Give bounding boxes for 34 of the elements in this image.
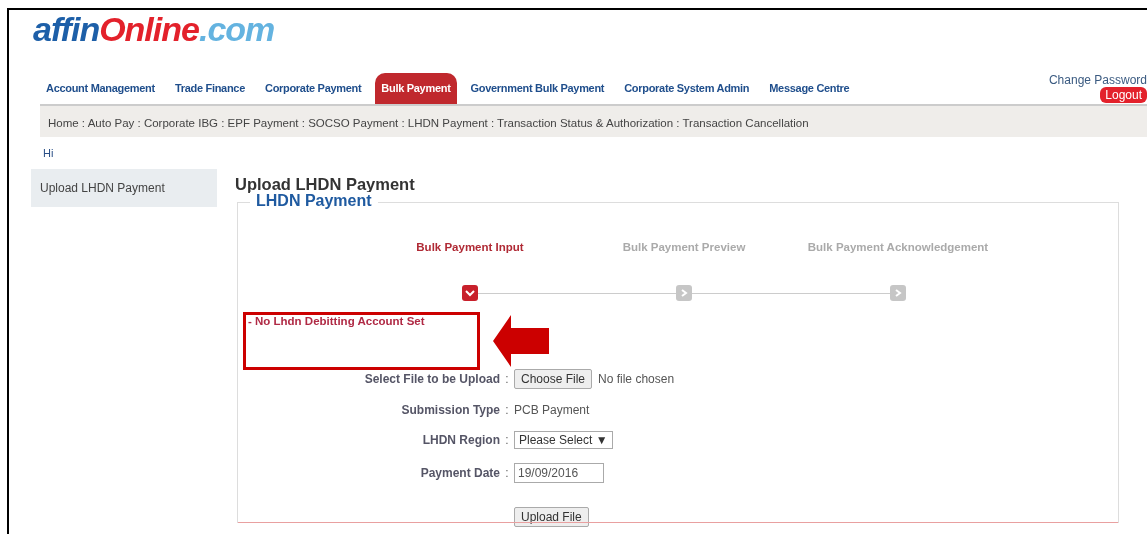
colon: :	[505, 403, 509, 417]
nav-tab[interactable]: Bulk Payment	[375, 73, 457, 104]
step-label: Bulk Payment Preview	[621, 241, 747, 253]
form-label: Payment Date	[419, 466, 500, 480]
nav-tab[interactable]: Corporate Payment	[259, 73, 368, 104]
page-title: Upload LHDN Payment	[235, 175, 416, 194]
step-label: Bulk Payment Acknowledgement	[806, 241, 990, 253]
logo: affinOnline.com	[32, 10, 276, 50]
logout-button[interactable]: Logout	[1100, 87, 1147, 103]
breadcrumb-bar: Home : Auto Pay : Corporate IBG : EPF Payment : SOCSO Payment : LHDN Payment : Transaction Status & Authorization : Transaction Cancellation	[40, 106, 1147, 137]
nav-tab[interactable]: Corporate System Admin	[618, 73, 756, 104]
choose-file-button[interactable]: Choose File	[514, 369, 593, 389]
arrow-icon	[493, 315, 549, 367]
change-password-link[interactable]: Change Password	[1048, 73, 1147, 87]
date-input[interactable]: 19/09/2016	[514, 463, 604, 483]
file-status: No file chosen	[598, 372, 675, 386]
colon: :	[505, 466, 509, 480]
step-label: Bulk Payment Input	[415, 241, 525, 253]
nav-tab[interactable]: Message Centre	[763, 73, 856, 104]
form-label: Select File to be Upload	[363, 372, 500, 386]
nav-tab[interactable]: Trade Finance	[168, 73, 251, 104]
nav-tab[interactable]: Account Management	[40, 73, 161, 104]
upload-file-button[interactable]: Upload File	[514, 507, 589, 527]
greeting: Hi	[43, 147, 55, 159]
form-label: Submission Type	[400, 403, 500, 417]
region-dropdown[interactable]: Please Select ▼	[514, 431, 613, 449]
field-value: PCB Payment	[514, 403, 590, 417]
nav-tab[interactable]: Government Bulk Payment	[464, 73, 611, 104]
colon: :	[505, 372, 509, 386]
fieldset-legend: LHDN Payment	[250, 192, 378, 210]
colon: :	[505, 433, 509, 447]
sidebar-item[interactable]: Upload LHDN Payment	[31, 169, 217, 207]
form-label: LHDN Region	[421, 433, 500, 447]
error-message: - No Lhdn Debitting Account Set	[248, 315, 426, 327]
